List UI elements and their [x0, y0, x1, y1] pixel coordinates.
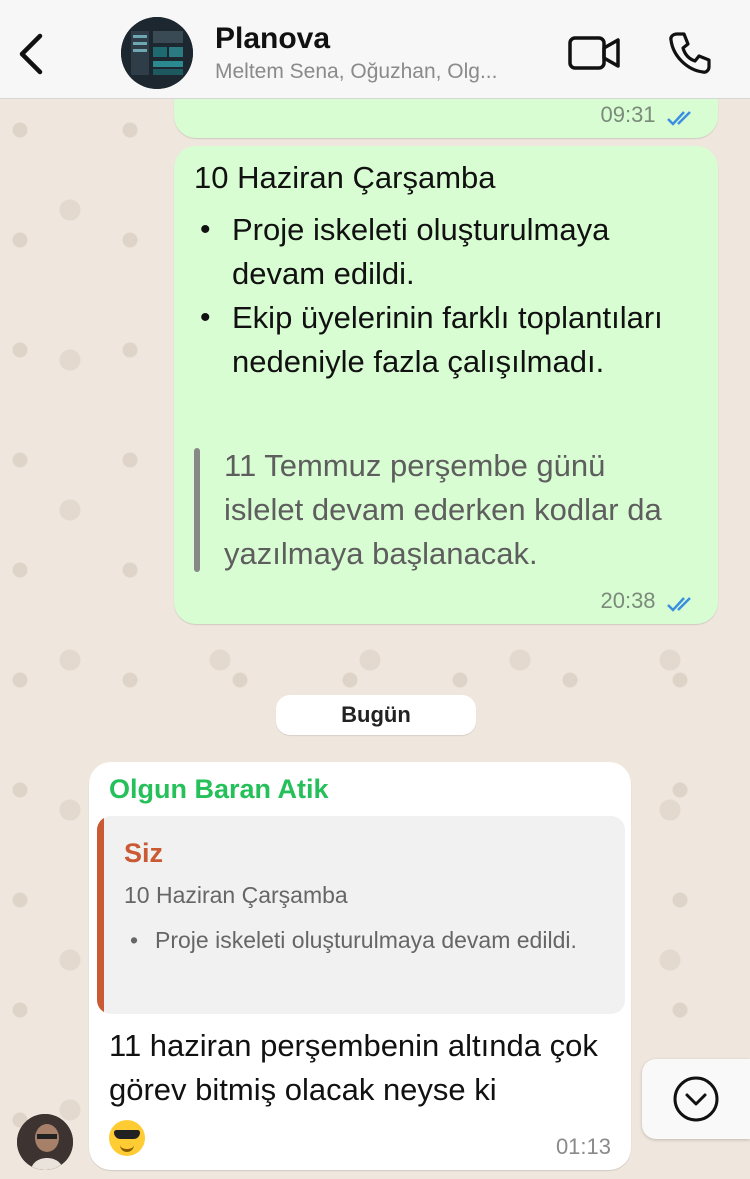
reply-accent-bar — [97, 816, 104, 1014]
double-check-read-icon — [667, 110, 691, 126]
message-heading: 10 Haziran Çarşamba — [194, 160, 496, 195]
chevron-down-circle-icon — [673, 1076, 719, 1122]
chat-header: Planova Meltem Sena, Oğuzhan, Olg... — [0, 0, 750, 99]
quote-text: 11 Temmuz perşembe günü islelet devam ed… — [224, 448, 662, 571]
back-button[interactable] — [14, 30, 50, 78]
reply-sender: Siz — [124, 838, 164, 868]
list-item: Ekip üyelerinin farklı toplantıları nede… — [194, 296, 674, 384]
list-item: Proje iskeleti oluşturulmaya devam edild… — [194, 208, 674, 296]
quoted-reply[interactable]: Siz 10 Haziran Çarşamba • Proje iskeleti… — [97, 816, 625, 1014]
sender-avatar-image — [17, 1114, 73, 1170]
chat-title[interactable]: Planova — [215, 22, 330, 56]
date-separator: Bugün — [276, 695, 476, 735]
voice-call-button[interactable] — [667, 30, 713, 76]
quote-bar — [194, 448, 200, 572]
group-avatar[interactable] — [121, 17, 193, 89]
message-bubble-incoming[interactable]: Olgun Baran Atik Siz 10 Haziran Çarşamba… — [89, 762, 631, 1170]
chevron-left-icon — [19, 33, 43, 75]
sender-avatar[interactable] — [17, 1114, 73, 1170]
message-bullet-list: Proje iskeleti oluşturulmaya devam edild… — [194, 208, 674, 384]
message-time: 01:13 — [555, 1134, 611, 1159]
message-time: 20:38 — [600, 588, 656, 613]
reply-title: 10 Haziran Çarşamba — [124, 882, 348, 908]
message-text: 11 haziran perşembenin altında çok görev… — [109, 1024, 619, 1156]
group-avatar-image — [121, 17, 193, 89]
scroll-to-bottom-button[interactable] — [642, 1059, 750, 1139]
video-camera-icon — [568, 36, 620, 70]
phone-icon — [669, 32, 711, 74]
double-check-read-icon — [667, 596, 691, 612]
chat-members[interactable]: Meltem Sena, Oğuzhan, Olg... — [215, 60, 555, 84]
bullet-dot: • — [130, 927, 139, 953]
sender-name[interactable]: Olgun Baran Atik — [109, 774, 329, 805]
smiling-face-with-sunglasses-icon — [109, 1119, 145, 1156]
video-call-button[interactable] — [567, 33, 623, 73]
message-time: 09:31 — [600, 102, 656, 127]
message-body: 11 haziran perşembenin altında çok görev… — [109, 1028, 598, 1107]
message-bubble-outgoing[interactable]: 10 Haziran Çarşamba Proje iskeleti oluşt… — [174, 146, 718, 624]
reply-bullet-text: Proje iskeleti oluşturulmaya devam edild… — [155, 927, 577, 953]
